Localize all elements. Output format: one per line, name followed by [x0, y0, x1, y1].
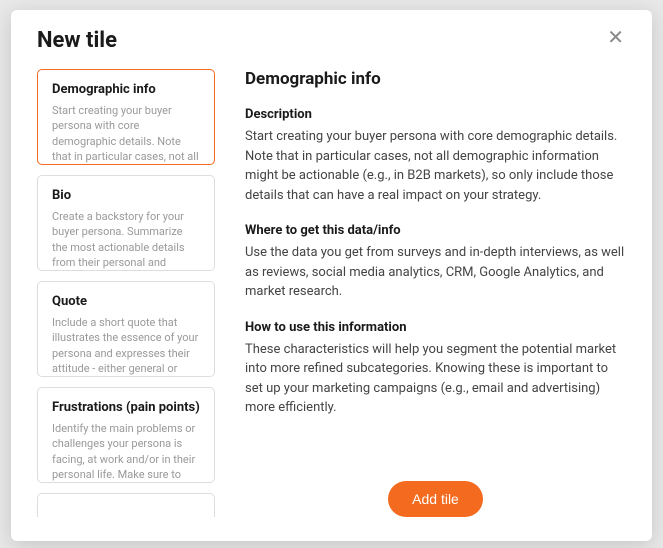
tile-option-title: Demographic info: [52, 82, 200, 97]
tile-detail-content: Demographic info Description Start creat…: [245, 69, 626, 467]
tile-detail-pane: Demographic info Description Start creat…: [245, 69, 626, 517]
tile-option-frustrations[interactable]: Frustrations (pain points) Identify the …: [37, 387, 215, 483]
tile-option-demographic[interactable]: Demographic info Start creating your buy…: [37, 69, 215, 165]
modal-body: Demographic info Start creating your buy…: [37, 69, 626, 517]
tile-option-desc: Create a backstory for your buyer person…: [52, 209, 200, 271]
detail-heading: Where to get this data/info: [245, 223, 626, 238]
detail-section-description: Description Start creating your buyer pe…: [245, 107, 626, 205]
tile-option-next[interactable]: [37, 493, 215, 517]
new-tile-modal: New tile ✕ Demographic info Start creati…: [11, 10, 652, 541]
tile-type-list[interactable]: Demographic info Start creating your buy…: [37, 69, 223, 517]
detail-footer: Add tile: [245, 467, 626, 517]
tile-option-desc: Include a short quote that illustrates t…: [52, 315, 200, 377]
detail-section-how: How to use this information These charac…: [245, 320, 626, 418]
tile-option-title: Bio: [52, 188, 200, 203]
detail-text: These characteristics will help you segm…: [245, 340, 626, 418]
tile-option-desc: Identify the main problems or challenges…: [52, 421, 200, 483]
detail-heading: How to use this information: [245, 320, 626, 335]
detail-title: Demographic info: [245, 69, 626, 89]
add-tile-button[interactable]: Add tile: [388, 481, 483, 517]
detail-heading: Description: [245, 107, 626, 122]
modal-header: New tile ✕: [37, 28, 626, 53]
detail-text: Use the data you get from surveys and in…: [245, 243, 626, 302]
tile-option-title: Quote: [52, 294, 200, 309]
detail-text: Start creating your buyer persona with c…: [245, 127, 626, 205]
modal-title: New tile: [37, 28, 117, 53]
detail-section-where: Where to get this data/info Use the data…: [245, 223, 626, 302]
tile-option-bio[interactable]: Bio Create a backstory for your buyer pe…: [37, 175, 215, 271]
tile-option-title: Frustrations (pain points): [52, 400, 200, 415]
tile-option-desc: Start creating your buyer persona with c…: [52, 103, 200, 165]
tile-option-quote[interactable]: Quote Include a short quote that illustr…: [37, 281, 215, 377]
close-button[interactable]: ✕: [605, 28, 626, 48]
close-icon: ✕: [607, 27, 624, 49]
